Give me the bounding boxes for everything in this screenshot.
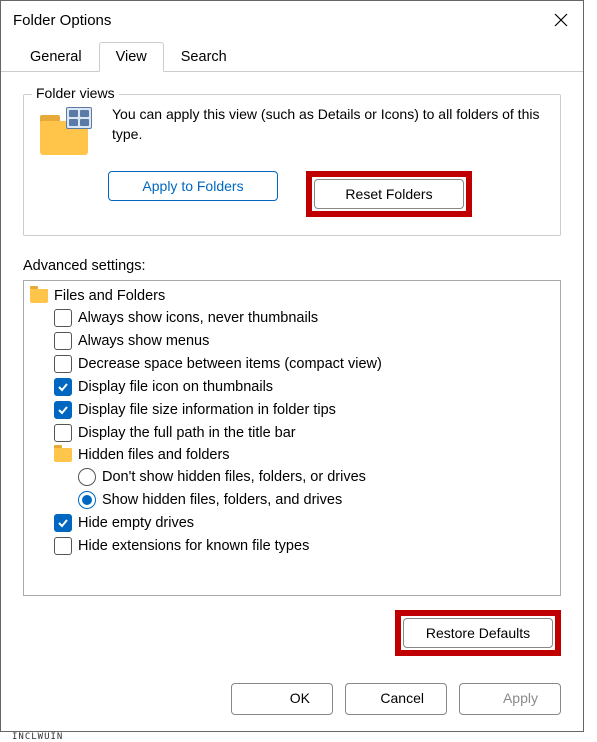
titlebar: Folder Options — [1, 1, 583, 39]
tree-item-label: Show hidden files, folders, and drives — [102, 492, 342, 508]
tab-strip: General View Search — [1, 39, 583, 72]
tree-item-label: Always show icons, never thumbnails — [78, 310, 318, 326]
cancel-button[interactable]: Cancel — [345, 683, 447, 715]
radio[interactable] — [78, 491, 96, 509]
tree-item[interactable]: Don't show hidden files, folders, or dri… — [30, 465, 554, 488]
folder-views-description: You can apply this view (such as Details… — [112, 105, 546, 144]
tree-group-hidden: Hidden files and folders — [30, 444, 554, 465]
apply-button[interactable]: Apply — [459, 683, 561, 715]
folder-options-dialog: Folder Options General View Search Folde… — [0, 0, 584, 732]
tree-item[interactable]: Hide empty drives — [30, 511, 554, 534]
annotation-highlight-reset: Reset Folders — [306, 171, 472, 217]
tree-item[interactable]: Display the full path in the title bar — [30, 421, 554, 444]
checkbox[interactable] — [54, 309, 72, 327]
close-button[interactable] — [547, 6, 575, 34]
tree-group-label: Hidden files and folders — [78, 447, 230, 463]
tree-item-label: Always show menus — [78, 333, 209, 349]
tree-item-label: Hide empty drives — [78, 515, 194, 531]
tree-item[interactable]: Always show menus — [30, 329, 554, 352]
window-title: Folder Options — [13, 12, 111, 29]
checkbox[interactable] — [54, 514, 72, 532]
folder-views-legend: Folder views — [32, 85, 119, 101]
tree-item-label: Decrease space between items (compact vi… — [78, 356, 382, 372]
annotation-highlight-restore: Restore Defaults — [395, 610, 561, 656]
tree-item-label: Display file size information in folder … — [78, 402, 336, 418]
checkbox[interactable] — [54, 424, 72, 442]
apply-to-folders-button[interactable]: Apply to Folders — [108, 171, 278, 201]
ok-button[interactable]: OK — [231, 683, 333, 715]
radio[interactable] — [78, 468, 96, 486]
tree-group-files-folders: Files and Folders — [30, 285, 554, 306]
tree-item[interactable]: Display file size information in folder … — [30, 398, 554, 421]
tree-group-label: Files and Folders — [54, 288, 165, 304]
close-icon — [554, 13, 568, 27]
tree-item-label: Hide extensions for known file types — [78, 538, 309, 554]
tree-item[interactable]: Always show icons, never thumbnails — [30, 306, 554, 329]
tab-content: Folder views You can apply this view (su… — [1, 72, 583, 669]
tree-item[interactable]: Display file icon on thumbnails — [30, 375, 554, 398]
checkbox[interactable] — [54, 401, 72, 419]
tab-view[interactable]: View — [99, 42, 164, 72]
checkbox[interactable] — [54, 332, 72, 350]
folder-views-group: Folder views You can apply this view (su… — [23, 94, 561, 236]
checkbox[interactable] — [54, 355, 72, 373]
tree-item-label: Display the full path in the title bar — [78, 425, 296, 441]
tab-search[interactable]: Search — [164, 42, 244, 72]
dialog-footer: OK Cancel Apply — [1, 669, 583, 731]
reset-folders-button[interactable]: Reset Folders — [314, 179, 464, 209]
advanced-settings-label: Advanced settings: — [23, 258, 561, 274]
tree-item-label: Display file icon on thumbnails — [78, 379, 273, 395]
tree-item[interactable]: Decrease space between items (compact vi… — [30, 352, 554, 375]
checkbox[interactable] — [54, 378, 72, 396]
checkbox[interactable] — [54, 537, 72, 555]
tree-item[interactable]: Show hidden files, folders, and drives — [30, 488, 554, 511]
tab-general[interactable]: General — [13, 42, 99, 72]
background-window-fragment: INCLWUIN — [12, 732, 92, 742]
folder-icon — [54, 448, 72, 462]
advanced-settings-tree[interactable]: Files and Folders Always show icons, nev… — [23, 280, 561, 596]
restore-defaults-button[interactable]: Restore Defaults — [403, 618, 553, 648]
folder-view-icon — [38, 107, 96, 157]
tree-item-label: Don't show hidden files, folders, or dri… — [102, 469, 366, 485]
tree-item[interactable]: Hide extensions for known file types — [30, 534, 554, 557]
folder-icon — [30, 289, 48, 303]
